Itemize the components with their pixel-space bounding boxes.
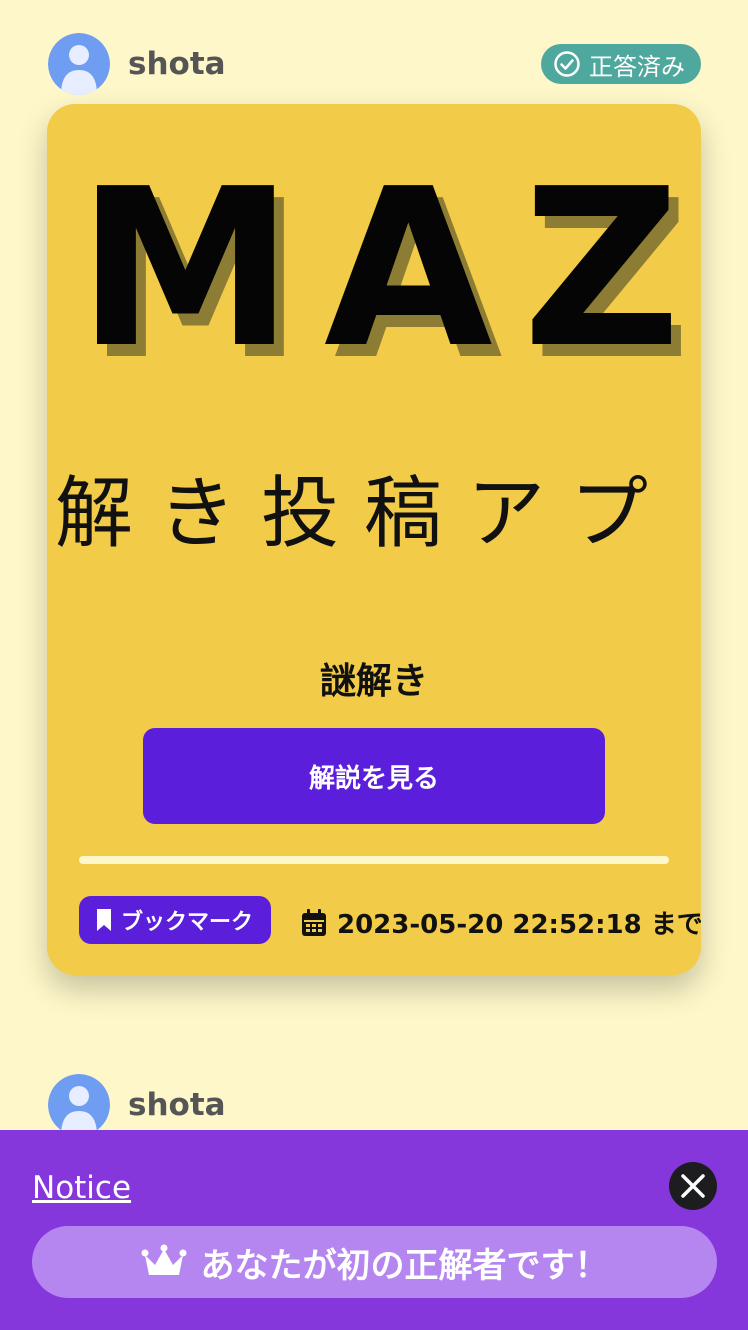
notice-message: あなたが初の正解者です！ [32,1226,717,1298]
deadline: 2023-05-20 22:52:18 まで [301,904,701,941]
username[interactable]: shota [128,46,226,82]
bookmark-icon [97,909,111,931]
close-icon [681,1174,705,1198]
deadline-text: 2023-05-20 22:52:18 まで [337,910,701,940]
puzzle-title: 謎解き [319,661,428,702]
check-circle-icon [554,51,580,77]
username[interactable]: shota [128,1087,226,1123]
solved-badge-label: 正答済み [589,52,685,81]
notice-title[interactable]: Notice [32,1170,131,1206]
solved-badge: 正答済み [541,44,701,84]
user-avatar-icon [48,1074,110,1136]
calendar-icon [302,908,326,936]
page: shota 正答済み MAZE MAZE 解き投稿アプ 謎解き 解説を見る ブッ… [0,0,748,1330]
close-button[interactable] [669,1162,717,1210]
post-header: shota 正答済み [48,33,701,95]
user-avatar-icon [48,33,110,95]
notice-bar: Notice あなたが初の正解者です！ [0,1130,748,1330]
bookmark-button[interactable]: ブックマーク [79,896,272,944]
puzzle-thumbnail[interactable]: MAZE MAZE 解き投稿アプ [47,104,701,624]
thumbnail-subtitle: 解き投稿アプ [55,469,673,559]
avatar[interactable] [48,1074,110,1136]
post-header: shota [48,1074,701,1136]
thumbnail-title-front: MAZE [77,143,701,396]
crown-icon [141,1244,186,1275]
view-answer-button[interactable]: 解説を見る [143,728,605,824]
avatar[interactable] [48,33,110,95]
divider [79,856,669,864]
puzzle-card[interactable]: MAZE MAZE 解き投稿アプ 謎解き 解説を見る ブックマーク [47,104,701,975]
bookmark-label: ブックマーク [121,910,254,935]
notice-message-text: あなたが初の正解者です！ [200,1245,609,1286]
